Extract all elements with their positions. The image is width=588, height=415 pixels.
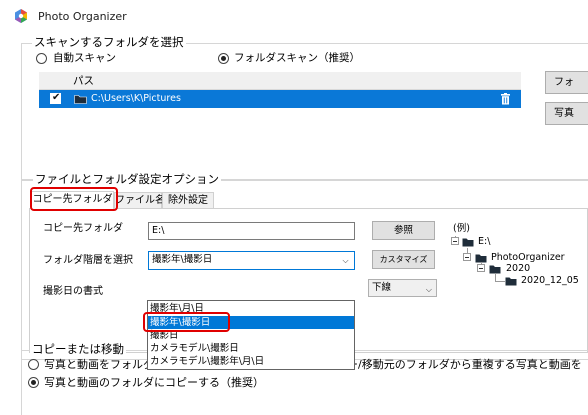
copy-label[interactable]: 写真と動画のフォルダにコピーする（推奨） [44, 376, 264, 389]
tree-node-date[interactable]: 2020_12_05 [521, 275, 579, 286]
path-column-header: パス [73, 75, 94, 87]
scan-group-legend: スキャンするフォルダを選択 [32, 35, 186, 49]
dropdown-option[interactable]: カメラモデル\撮影日 [148, 342, 354, 355]
tab-copy-destination[interactable]: コピー先フォルダ [31, 191, 114, 210]
dropdown-option-selected[interactable]: 撮影年\撮影日 [148, 316, 354, 329]
folder-scan-label[interactable]: フォルダスキャン（推奨） [234, 52, 360, 65]
collapse-icon[interactable] [463, 253, 471, 261]
collapse-icon[interactable] [451, 237, 459, 245]
folder-icon [74, 95, 87, 104]
options-group-legend: ファイルとフォルダ設定オプション [33, 172, 221, 186]
customize-button[interactable]: カスタマイズ [372, 250, 435, 269]
dropdown-option[interactable]: 撮影年\月\日 [148, 302, 354, 315]
app-window: Photo Organizer スキャンするフォルダを選択 自動スキャン フォル… [0, 0, 588, 415]
folder-scan-radio[interactable] [218, 53, 229, 64]
dropdown-option[interactable]: 撮影日 [148, 329, 354, 342]
auto-scan-label[interactable]: 自動スキャン [53, 52, 116, 65]
folder-icon [505, 277, 517, 286]
copy-radio[interactable] [28, 377, 39, 388]
tree-node-year[interactable]: 2020 [506, 263, 530, 274]
hierarchy-label: フォルダ階層を選択 [43, 255, 133, 266]
title-bar[interactable]: Photo Organizer [0, 0, 588, 32]
path-list-header[interactable]: パス [39, 72, 521, 90]
date-format-select[interactable]: 下線 ⌵ [368, 279, 437, 297]
hierarchy-select-value: 撮影年\撮影日 [152, 254, 213, 265]
trash-icon[interactable] [500, 93, 511, 105]
copy-move-legend: コピーまたは移動 [30, 342, 126, 356]
copy-dest-input[interactable]: E:\ [148, 222, 355, 240]
example-label: (例) [453, 223, 470, 234]
path-row-text: C:\Users\K\Pictures [91, 93, 181, 104]
copy-dest-label: コピー先フォルダ [43, 223, 123, 234]
auto-scan-radio[interactable] [36, 53, 47, 64]
path-row-checkbox[interactable]: ✔ [50, 92, 61, 104]
folder-open-icon [462, 238, 474, 247]
hierarchy-select[interactable]: 撮影年\撮影日 ⌵ [148, 251, 355, 270]
collapse-icon[interactable] [477, 264, 485, 272]
move-radio[interactable] [28, 359, 39, 370]
client-area: スキャンするフォルダを選択 自動スキャン フォルダスキャン（推奨） パス ✔ C… [0, 32, 588, 415]
chevron-down-icon: ⌵ [342, 256, 349, 265]
date-format-value: 下線 [372, 282, 392, 293]
date-format-label: 撮影日の書式 [43, 286, 103, 297]
browse-button[interactable]: 参照 [372, 221, 435, 240]
path-list-row[interactable]: ✔ C:\Users\K\Pictures [39, 90, 521, 108]
dedupe-label[interactable]: コピー/移動元のフォルダから重複する写真と動画を [325, 358, 582, 371]
dropdown-option[interactable]: カメラモデル\撮影年\月\日 [148, 355, 354, 368]
add-photo-button[interactable]: 写真 [545, 102, 588, 125]
add-folder-button[interactable]: フォ [545, 71, 588, 94]
hierarchy-dropdown-list: 撮影年\月\日 撮影年\撮影日 撮影日 カメラモデル\撮影日 カメラモデル\撮影… [147, 300, 355, 370]
app-logo-icon [15, 9, 27, 23]
checkmark-icon: ✔ [52, 92, 61, 103]
tree-node-photoorganizer[interactable]: PhotoOrganizer [491, 252, 565, 263]
window-title: Photo Organizer [38, 10, 127, 23]
tree-node-root[interactable]: E:\ [478, 236, 490, 247]
chevron-down-icon: ⌵ [425, 285, 432, 294]
